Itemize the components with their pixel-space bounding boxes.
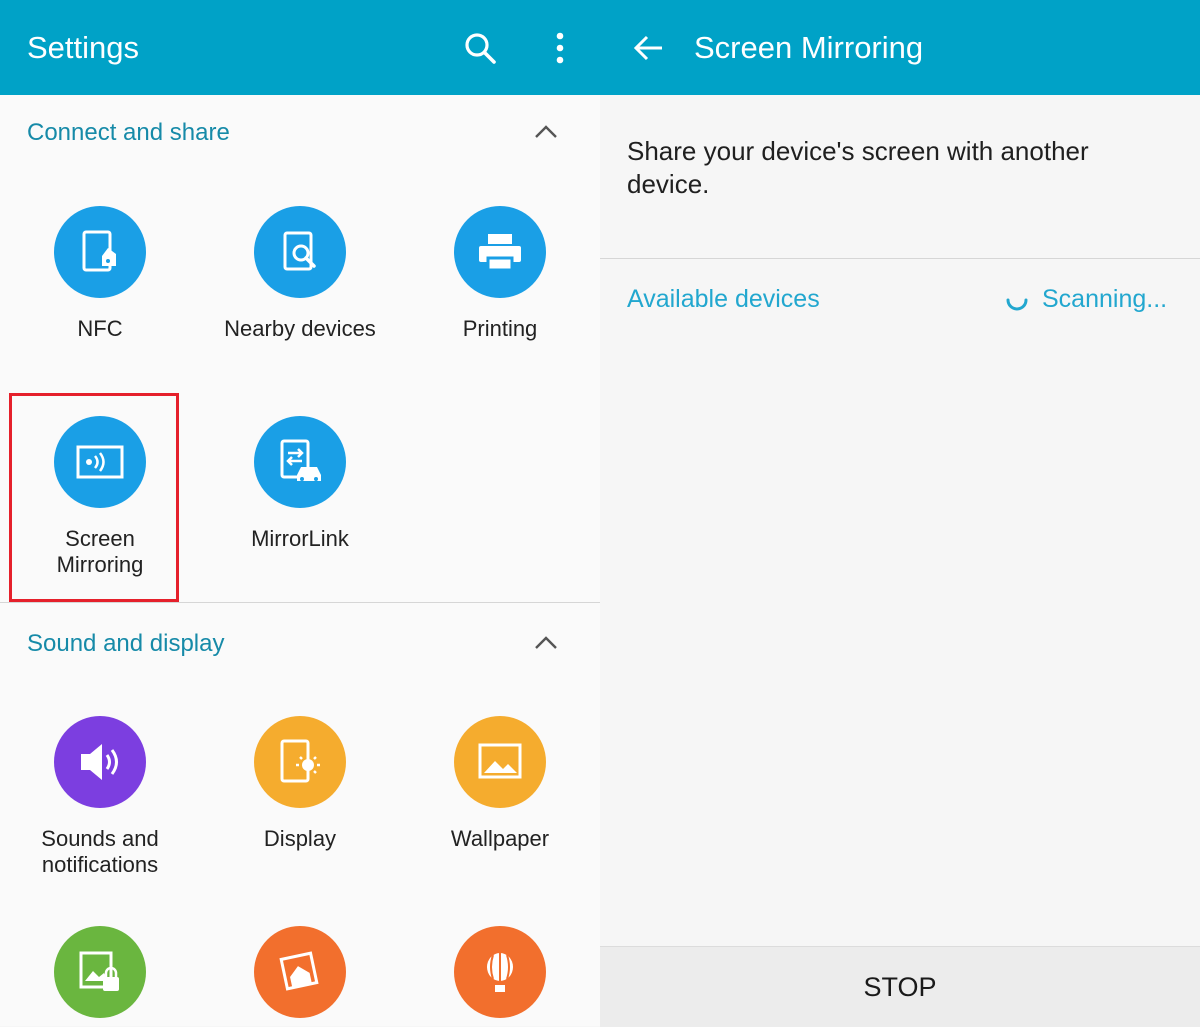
settings-app-bar: Settings xyxy=(0,0,600,95)
collapse-sound-icon[interactable] xyxy=(532,632,560,652)
tile-mirrorlink[interactable]: MirrorLink xyxy=(200,416,400,552)
search-icon[interactable] xyxy=(460,28,500,68)
highlight-box xyxy=(9,393,179,602)
printer-icon xyxy=(454,206,546,298)
available-devices-label: Available devices xyxy=(627,285,820,313)
wallpaper-icon xyxy=(454,716,546,808)
section-header-connect: Connect and share xyxy=(27,119,230,146)
mirrorlink-icon xyxy=(254,416,346,508)
section-header-sound: Sound and display xyxy=(27,630,225,657)
stop-button[interactable]: STOP xyxy=(600,946,1200,1027)
screen-mirroring-pane: Screen Mirroring Share your device's scr… xyxy=(600,0,1200,1027)
tile-nearby-devices[interactable]: Nearby devices xyxy=(200,206,400,342)
tile-easy-mode[interactable] xyxy=(400,926,600,1018)
spinner-icon xyxy=(1006,298,1028,310)
tile-label: Printing xyxy=(462,316,538,341)
more-options-icon[interactable] xyxy=(540,28,580,68)
nfc-icon xyxy=(54,206,146,298)
nearby-devices-icon xyxy=(254,206,346,298)
tile-printing[interactable]: Printing xyxy=(400,206,600,342)
mirroring-description: Share your device's screen with another … xyxy=(627,136,1089,199)
tile-label: Nearby devices xyxy=(224,316,376,341)
settings-title: Settings xyxy=(27,30,140,65)
tile-display[interactable]: Display xyxy=(200,716,400,852)
tile-label-line: Sounds and xyxy=(41,826,159,851)
tile-themes[interactable] xyxy=(200,926,400,1018)
mirroring-app-bar: Screen Mirroring xyxy=(600,0,1200,95)
display-icon xyxy=(254,716,346,808)
balloon-icon xyxy=(454,926,546,1018)
tile-label: Wallpaper xyxy=(450,826,550,851)
scanning-status: Scanning... xyxy=(1004,285,1167,314)
tile-wallpaper[interactable]: Wallpaper xyxy=(400,716,600,852)
settings-pane: Settings Connect and share NFC Nearby de… xyxy=(0,0,600,1026)
tile-label-line: notifications xyxy=(41,852,159,877)
scanning-label: Scanning... xyxy=(1042,285,1168,313)
mirroring-divider xyxy=(600,258,1200,259)
section-divider xyxy=(0,602,600,603)
collapse-connect-icon[interactable] xyxy=(532,121,560,141)
tile-label: Display xyxy=(263,826,337,851)
tile-lock-screen[interactable] xyxy=(0,926,200,1018)
mirroring-title: Screen Mirroring xyxy=(694,30,924,65)
themes-icon xyxy=(254,926,346,1018)
tile-nfc[interactable]: NFC xyxy=(0,206,200,342)
tile-label: NFC xyxy=(77,316,123,341)
lock-screen-icon xyxy=(54,926,146,1018)
speaker-icon xyxy=(54,716,146,808)
tile-label: Sounds and notifications xyxy=(0,826,200,878)
back-arrow-icon[interactable] xyxy=(628,28,668,68)
tile-label: MirrorLink xyxy=(251,526,349,551)
tile-sounds-notifications[interactable]: Sounds and notifications xyxy=(0,716,200,878)
